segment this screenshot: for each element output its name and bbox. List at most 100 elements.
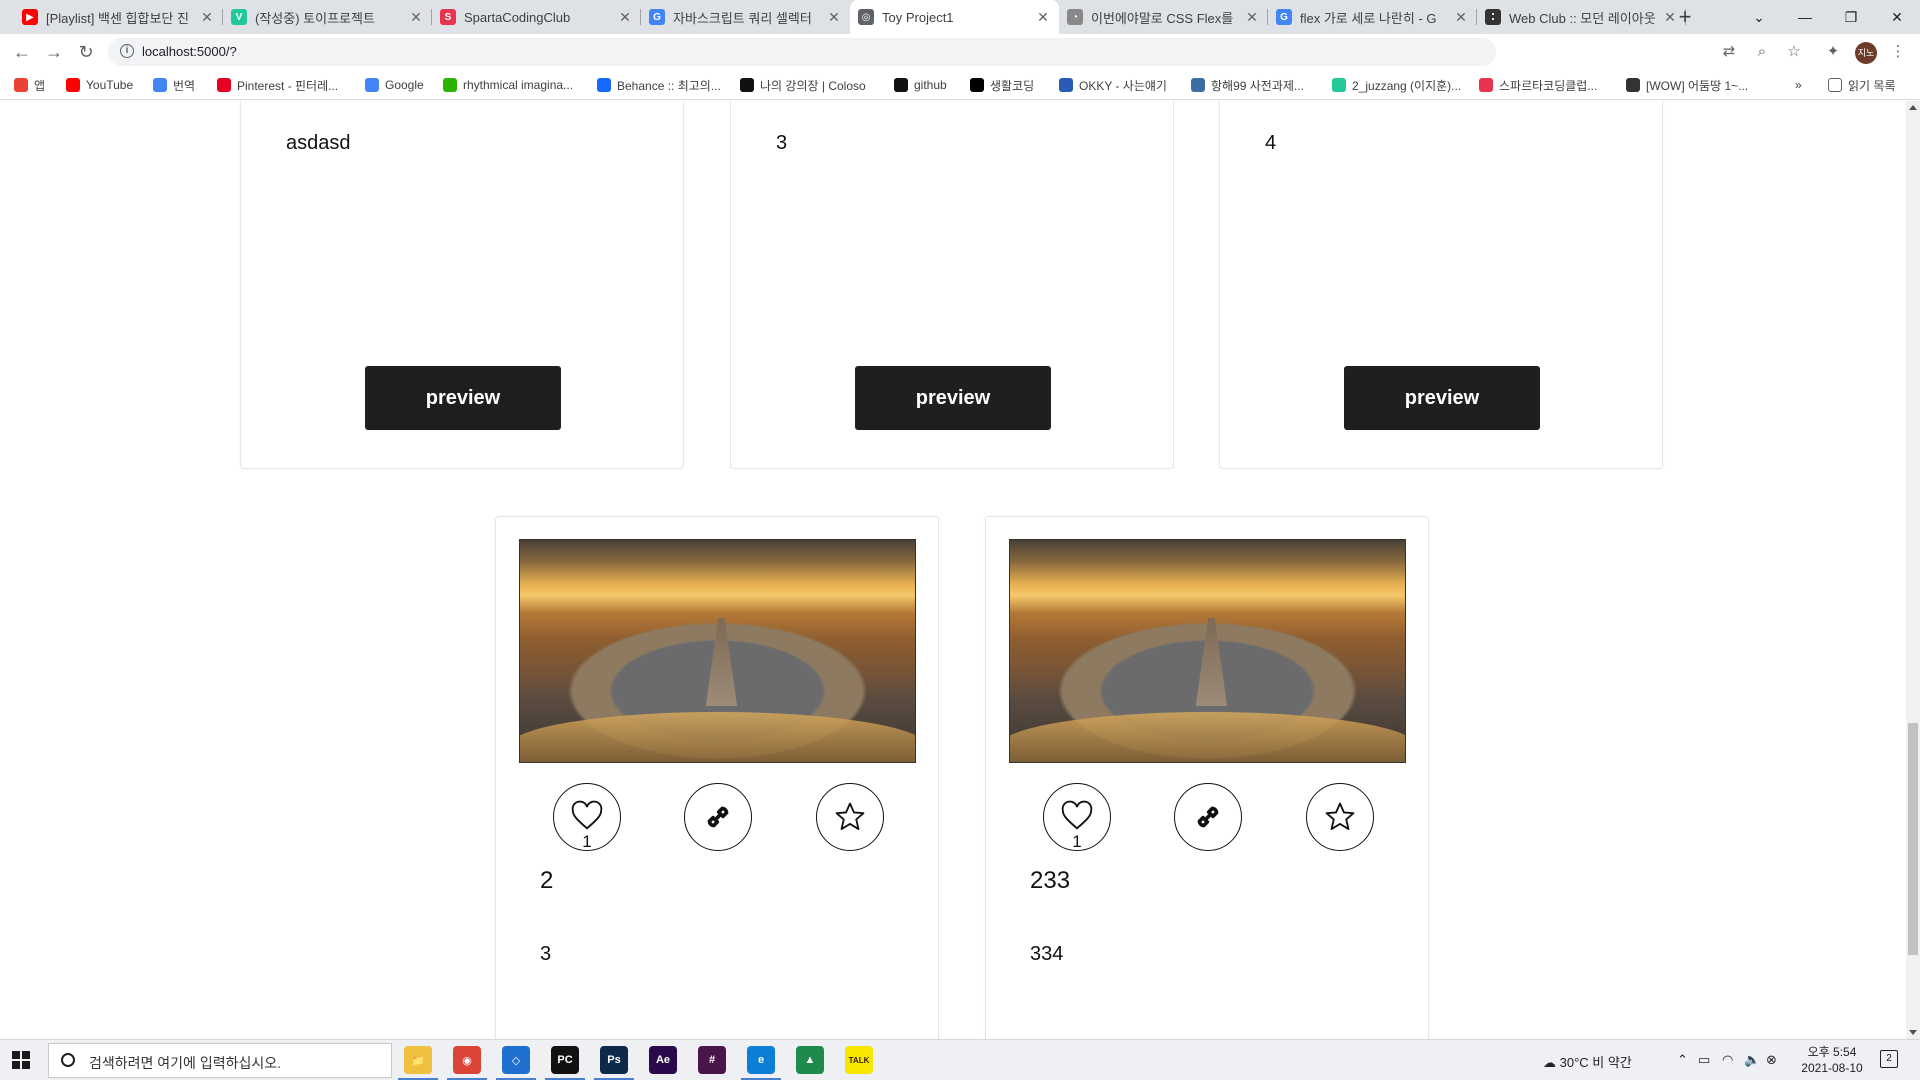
bookmark-item[interactable]: Behance :: 최고의... (597, 77, 721, 93)
windows-start-icon[interactable] (12, 1051, 30, 1069)
preview-button[interactable]: preview (365, 366, 561, 430)
browser-tab[interactable]: ▶ [Playlist] 백센 힙합보단 진 ✕ (14, 0, 223, 34)
taskbar-app-slack-icon[interactable]: # (698, 1046, 726, 1074)
tray-chevron-icon[interactable]: ⌃ (1677, 1052, 1688, 1068)
bookmark-item[interactable]: Google (365, 77, 424, 93)
scroll-down-arrow-icon[interactable] (1909, 1030, 1917, 1035)
tab-favicon-icon: S (440, 9, 456, 25)
post-body: 3 (540, 943, 552, 965)
bookmark-item[interactable]: OKKY - 사는얘기 (1059, 77, 1167, 93)
tab-favicon-icon: ◎ (858, 9, 874, 25)
close-tab-icon[interactable]: ✕ (1453, 9, 1469, 26)
browser-tab[interactable]: S SpartaCodingClub ✕ (432, 0, 641, 34)
browser-tab[interactable]: Gflex 가로 세로 나란히 - G ✕ (1268, 0, 1477, 34)
scroll-up-arrow-icon[interactable] (1909, 105, 1917, 110)
favorite-button[interactable] (816, 783, 884, 851)
close-tab-icon[interactable]: ✕ (408, 9, 424, 26)
bookmark-item[interactable]: Pinterest - 핀터레... (217, 77, 338, 93)
close-tab-icon[interactable]: ✕ (1244, 9, 1260, 26)
bookmark-item[interactable]: rhythmical imagina... (443, 77, 573, 93)
taskbar-app-after-effects-icon[interactable]: Ae (649, 1046, 677, 1074)
taskbar-app-edge-icon[interactable]: e (747, 1046, 775, 1074)
reload-icon[interactable]: ↻ (74, 40, 98, 64)
copy-link-button[interactable] (684, 783, 752, 851)
page-scrollbar[interactable] (1906, 101, 1920, 1039)
forward-arrow-icon[interactable]: → (42, 40, 66, 64)
browser-tab[interactable]: V (작성중) 토이프로젝트 ✕ (223, 0, 432, 34)
profile-avatar[interactable]: 지노 (1855, 42, 1877, 64)
browser-tab[interactable]: ◔ 이번에야말로 CSS Flex를 ✕ (1059, 0, 1268, 34)
taskbar-app-file-explorer-icon[interactable]: 📁 (404, 1046, 432, 1074)
close-tab-icon[interactable]: ✕ (826, 9, 842, 26)
bookmark-item[interactable]: 나의 강의장 | Coloso (740, 77, 866, 93)
close-tab-icon[interactable]: ✕ (1035, 9, 1051, 26)
battery-icon[interactable]: ▭ (1698, 1052, 1710, 1068)
post-card: 3 preview (730, 101, 1174, 469)
bookmark-item[interactable]: 앱 (14, 77, 45, 93)
bookmark-item[interactable]: 항해99 사전과제... (1191, 77, 1304, 93)
tab-search-icon[interactable]: ⌄ (1736, 0, 1782, 34)
zoom-icon[interactable]: ⌕ (1752, 42, 1772, 62)
bookmark-item[interactable]: 생활코딩 (970, 77, 1034, 93)
post-title: 233 (1030, 867, 1071, 894)
like-button[interactable]: 1 (1043, 783, 1111, 851)
tab-favicon-icon: G (649, 9, 665, 25)
wifi-icon[interactable]: ◠ (1722, 1052, 1733, 1068)
preview-button[interactable]: preview (855, 366, 1051, 430)
bookmark-item[interactable]: github (894, 77, 947, 93)
scrollbar-thumb[interactable] (1908, 723, 1918, 955)
browser-tab[interactable]: ⁚ Web Club :: 모던 레이아웃 ✕ (1477, 0, 1686, 34)
close-tab-icon[interactable]: ✕ (199, 9, 215, 26)
image-post-card: 1 233 334 (985, 516, 1429, 1039)
maximize-button[interactable]: ❐ (1828, 0, 1874, 34)
bookmarks-more-button[interactable]: » (1795, 77, 1802, 93)
taskbar-app-photoshop-icon[interactable]: Ps (600, 1046, 628, 1074)
taskbar-app-kakaotalk-icon[interactable]: TALK (845, 1046, 873, 1074)
taskbar-app-chrome-icon[interactable]: ◉ (453, 1046, 481, 1074)
clock-date: 2021-08-10 (1801, 1061, 1863, 1075)
taskbar-app-sourcetree-icon[interactable]: ▲ (796, 1046, 824, 1074)
notification-center-icon[interactable]: 2 (1880, 1050, 1898, 1068)
taskbar-app-pycharm-icon[interactable]: PC (551, 1046, 579, 1074)
bookmark-favicon-icon (153, 78, 167, 92)
browser-tab[interactable]: ◎ Toy Project1 ✕ (850, 0, 1059, 34)
bookmark-star-icon[interactable]: ☆ (1784, 42, 1804, 62)
post-card: asdasd preview (240, 101, 684, 469)
back-arrow-icon[interactable]: ← (10, 40, 34, 64)
favorite-button[interactable] (1306, 783, 1374, 851)
browser-menu-icon[interactable]: ⋮ (1888, 42, 1908, 62)
tab-title: SpartaCodingClub (464, 9, 571, 25)
ime-icon[interactable]: ⊗ (1766, 1052, 1777, 1068)
close-tab-icon[interactable]: ✕ (617, 9, 633, 26)
weather-status[interactable]: ☁ 30°C 비 약간 (1543, 1052, 1632, 1071)
address-url: localhost:5000/? (142, 44, 237, 59)
bookmark-favicon-icon (597, 78, 611, 92)
like-button[interactable]: 1 (553, 783, 621, 851)
taskbar-app-vscode-icon[interactable]: ◇ (502, 1046, 530, 1074)
bookmark-item[interactable]: 번역 (153, 77, 195, 93)
bookmark-item[interactable]: [WOW] 어둠땅 1~... (1626, 77, 1748, 93)
star-icon (835, 802, 865, 830)
post-card: 4 preview (1219, 101, 1663, 469)
address-bar[interactable]: i localhost:5000/? (108, 38, 1496, 66)
bookmark-item[interactable]: 스파르타코딩클럽... (1479, 77, 1597, 93)
bookmark-favicon-icon (66, 78, 80, 92)
preview-button[interactable]: preview (1344, 366, 1540, 430)
taskbar-clock[interactable]: 오후 5:54 2021-08-10 (1792, 1044, 1872, 1076)
browser-tab[interactable]: G 자바스크립트 쿼리 셀렉터 ✕ (641, 0, 850, 34)
tab-favicon-icon: V (231, 9, 247, 25)
bookmark-item[interactable]: YouTube (66, 77, 133, 93)
bookmark-label: [WOW] 어둠땅 1~... (1646, 78, 1749, 93)
new-tab-button[interactable]: + (1672, 4, 1698, 30)
close-window-button[interactable]: ✕ (1874, 0, 1920, 34)
minimize-button[interactable]: — (1782, 0, 1828, 34)
copy-link-button[interactable] (1174, 783, 1242, 851)
volume-icon[interactable]: 🔈 (1744, 1052, 1760, 1068)
site-info-icon[interactable]: i (120, 44, 134, 58)
reading-list-button[interactable]: 읽기 목록 (1828, 77, 1896, 93)
extensions-puzzle-icon[interactable]: ✦ (1823, 42, 1843, 62)
taskbar-search-box[interactable]: 검색하려면 여기에 입력하십시오. (48, 1043, 392, 1078)
link-icon (707, 806, 729, 828)
translate-icon[interactable]: ⇄ (1719, 42, 1739, 62)
bookmark-item[interactable]: 2_juzzang (이지훈)... (1332, 77, 1461, 93)
